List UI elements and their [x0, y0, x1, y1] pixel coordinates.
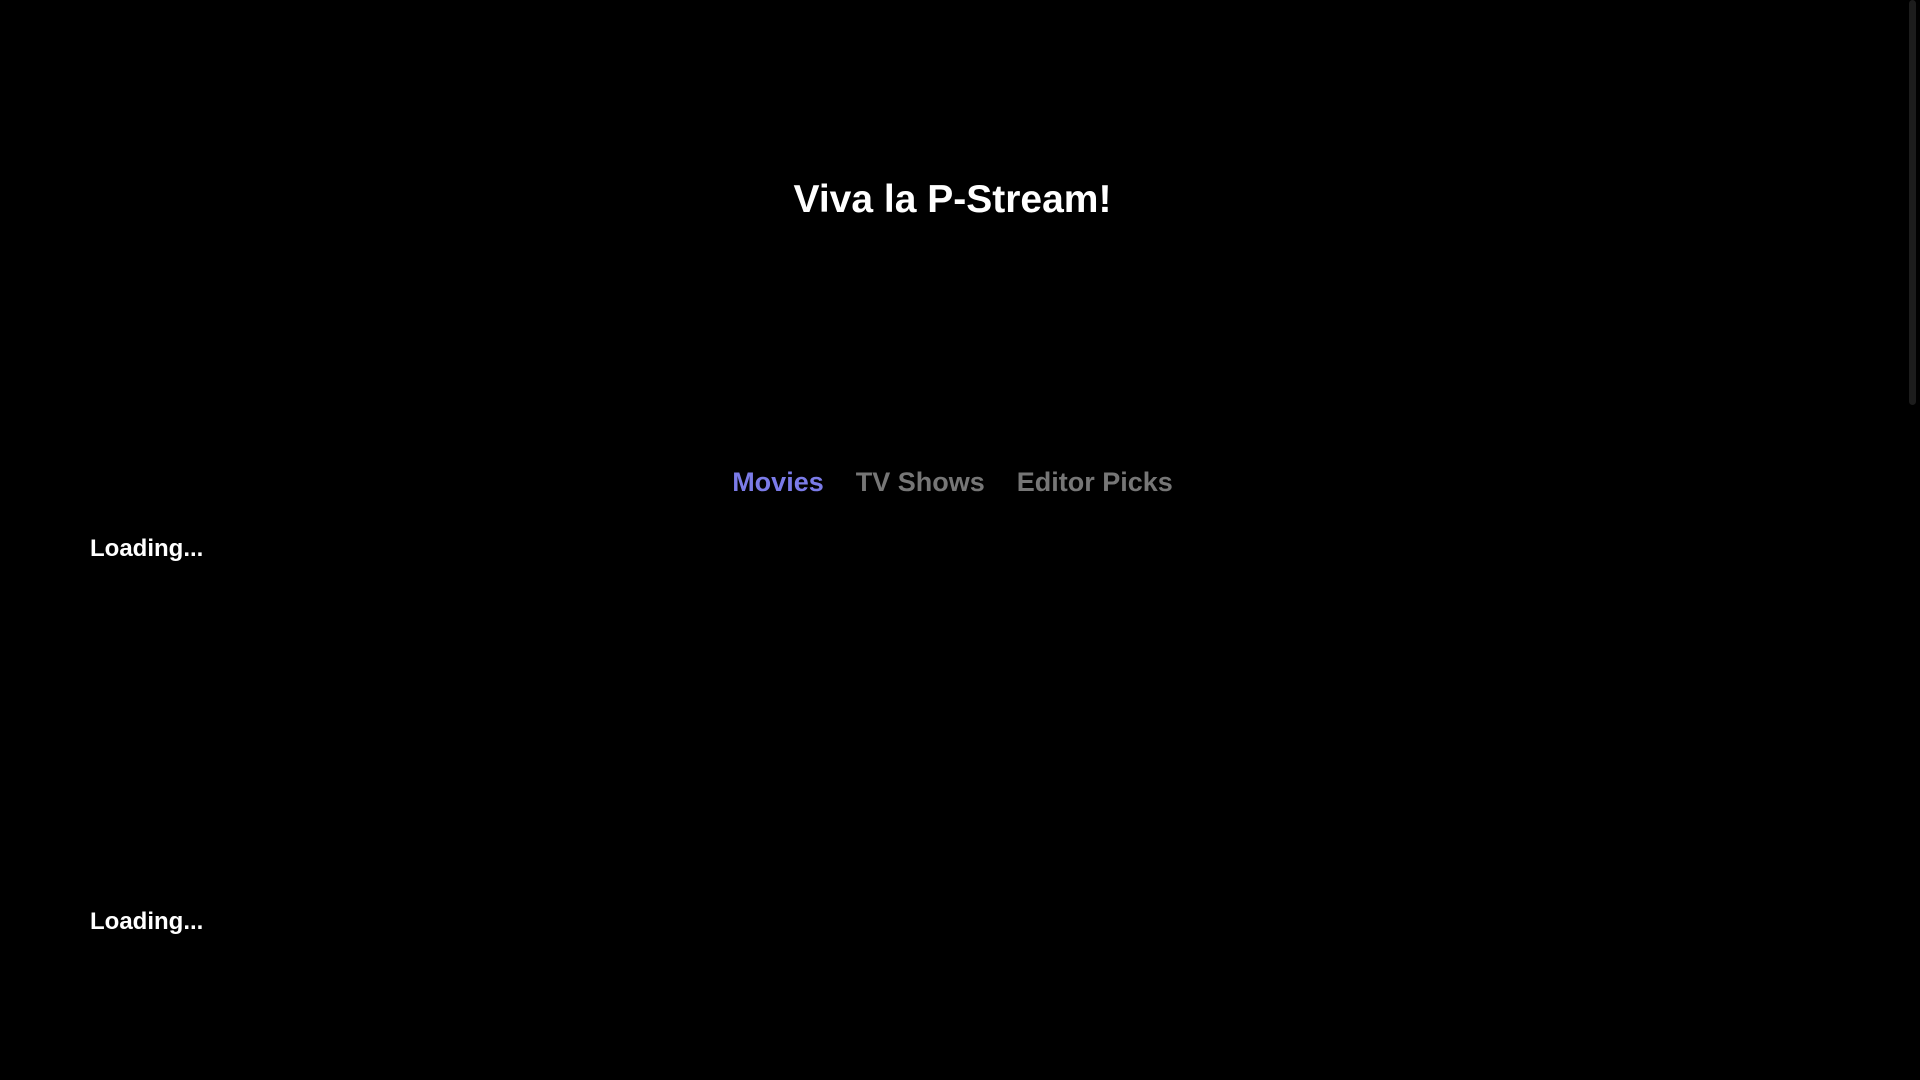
- page-scrollbar[interactable]: [1905, 0, 1920, 1080]
- scrollbar-thumb[interactable]: [1909, 0, 1916, 405]
- tab-editor-picks[interactable]: Editor Picks: [1017, 462, 1173, 502]
- category-tabs: Movies TV Shows Editor Picks: [0, 462, 1905, 502]
- section-heading-loading: Loading...: [90, 908, 204, 935]
- app-viewport: Viva la P-Stream! Movies TV Shows Editor…: [0, 0, 1920, 1080]
- section-heading-loading: Loading...: [90, 535, 204, 562]
- page-title: Viva la P-Stream!: [793, 178, 1112, 221]
- tab-tv-shows[interactable]: TV Shows: [856, 462, 985, 502]
- tab-movies[interactable]: Movies: [732, 462, 824, 502]
